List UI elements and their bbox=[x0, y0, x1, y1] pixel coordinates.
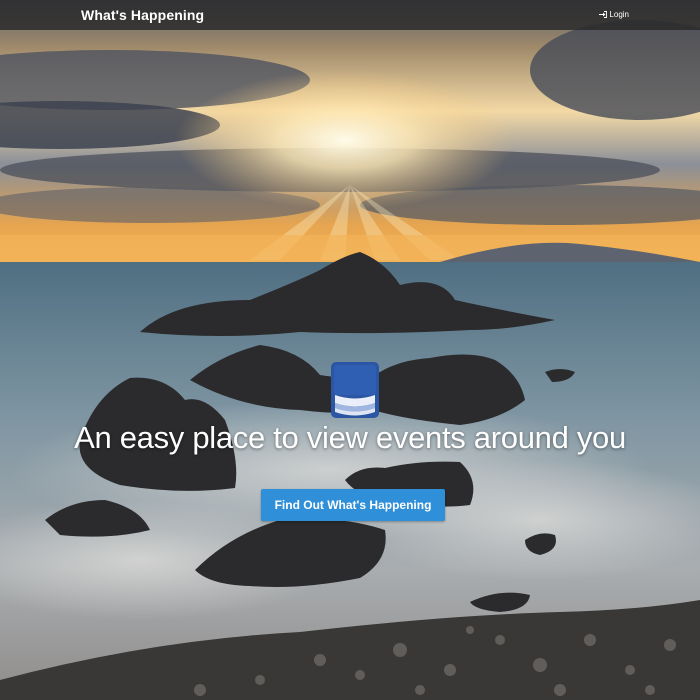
login-label: Login bbox=[609, 10, 629, 19]
hero-headline: An easy place to view events around you bbox=[74, 420, 626, 455]
find-out-button[interactable]: Find Out What's Happening bbox=[261, 489, 445, 521]
sign-in-icon bbox=[599, 11, 608, 18]
book-logo-icon bbox=[331, 362, 379, 418]
brand-link[interactable]: What's Happening bbox=[81, 7, 204, 23]
login-link[interactable]: Login bbox=[599, 10, 629, 19]
landing-page: What's Happening Login An easy place to … bbox=[0, 0, 700, 700]
hero-section: An easy place to view events around you … bbox=[0, 0, 700, 700]
top-navbar: What's Happening Login bbox=[0, 0, 700, 30]
